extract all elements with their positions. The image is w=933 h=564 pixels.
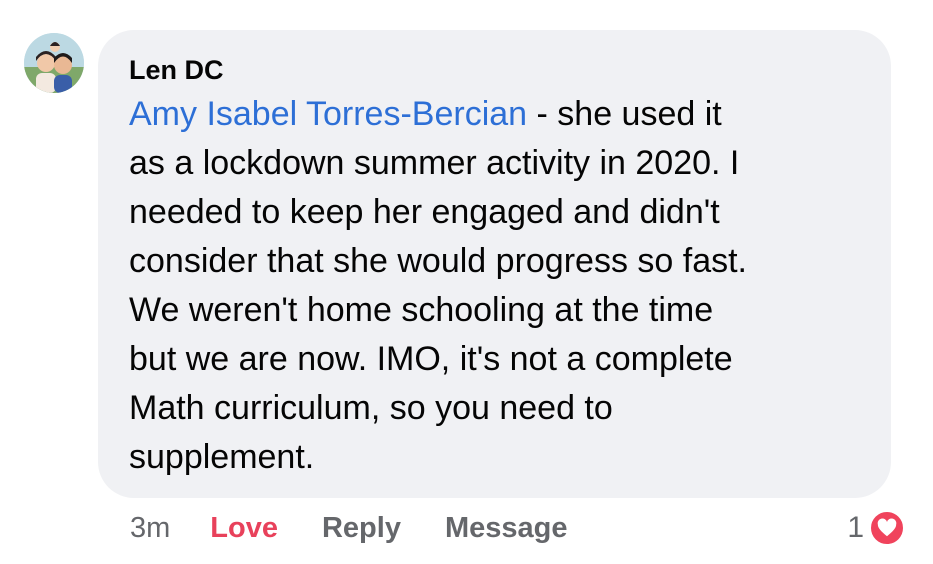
reply-button[interactable]: Reply	[322, 512, 401, 545]
love-button[interactable]: Love	[210, 512, 278, 545]
heart-icon	[877, 518, 897, 537]
comment-author[interactable]: Len DC	[129, 52, 865, 88]
comment-container: Len DC Amy Isabel Torres-Bercian - she u…	[0, 0, 933, 564]
comment-line: but we are now. IMO, it's not a complete	[129, 340, 733, 378]
comment-line: needed to keep her engaged and didn't	[129, 193, 720, 231]
mention-link[interactable]: Amy Isabel Torres-Bercian	[129, 95, 527, 133]
comment-line: We weren't home schooling at the time	[129, 291, 714, 329]
comment-body: Amy Isabel Torres-Bercian - she used it a…	[129, 90, 865, 482]
comment-line: supplement.	[129, 438, 315, 476]
comment-bubble: Len DC Amy Isabel Torres-Bercian - she u…	[98, 30, 891, 498]
comment-actions: 3m Love Reply Message	[130, 506, 611, 550]
comment-timestamp[interactable]: 3m	[130, 512, 170, 545]
comment-line: Math curriculum, so you need to	[129, 389, 613, 427]
profile-photo-icon	[24, 33, 84, 93]
comment-line: as a lockdown summer activity in 2020. I	[129, 144, 740, 182]
avatar[interactable]	[24, 33, 84, 93]
comment-line: consider that she would progress so fast…	[129, 242, 747, 280]
reaction-count: 1	[847, 511, 864, 544]
reaction-summary[interactable]: 1	[847, 506, 906, 550]
heart-reaction-badge	[868, 509, 906, 547]
message-button[interactable]: Message	[445, 512, 568, 545]
comment-line: - she used it	[527, 95, 722, 133]
